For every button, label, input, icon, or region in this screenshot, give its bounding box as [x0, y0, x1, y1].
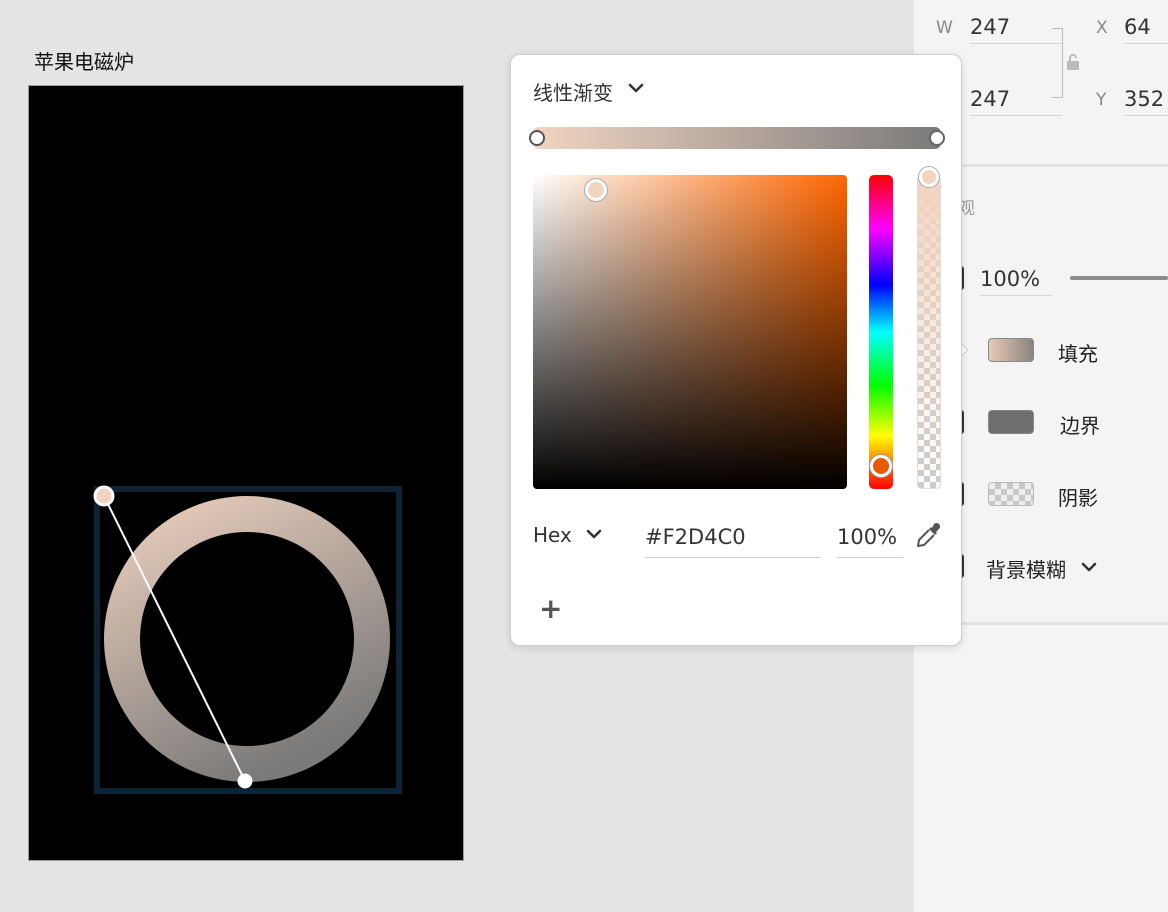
color-picker-popover: 线性渐变 Hex +: [510, 54, 962, 646]
fill-label[interactable]: 填充: [1058, 338, 1098, 367]
saturation-brightness-field[interactable]: [533, 175, 847, 489]
chevron-down-icon[interactable]: [1080, 558, 1098, 577]
eyedropper-icon[interactable]: [915, 521, 943, 553]
gradient-end-handle[interactable]: [237, 773, 253, 789]
artboard[interactable]: [28, 85, 464, 861]
shadow-label[interactable]: 阴影: [1058, 482, 1098, 511]
chevron-down-icon[interactable]: [627, 79, 645, 98]
hue-slider[interactable]: [869, 175, 893, 489]
chevron-down-icon[interactable]: [585, 525, 603, 544]
artboard-title[interactable]: 苹果电磁炉: [34, 46, 134, 75]
border-swatch[interactable]: [988, 410, 1034, 434]
x-label: X: [1096, 18, 1108, 38]
lock-icon[interactable]: [1066, 54, 1080, 74]
opacity-slider[interactable]: [1070, 276, 1168, 280]
gradient-preview-bar[interactable]: [533, 127, 941, 149]
shadow-swatch[interactable]: [988, 482, 1034, 506]
y-field[interactable]: 352: [1124, 82, 1168, 116]
gradient-stop-start[interactable]: [529, 130, 545, 146]
layer-opacity-field[interactable]: 100%: [980, 262, 1052, 296]
gradient-type-label[interactable]: 线性渐变: [533, 77, 613, 106]
y-label: Y: [1096, 90, 1107, 110]
aspect-link-bracket: [1052, 28, 1063, 98]
ring-shape[interactable]: [104, 496, 390, 782]
alpha-slider[interactable]: [917, 175, 941, 489]
gradient-stop-end[interactable]: [929, 130, 945, 146]
hex-input[interactable]: [645, 517, 821, 558]
saturation-brightness-handle[interactable]: [585, 179, 607, 201]
color-mode-select[interactable]: Hex: [533, 523, 572, 547]
x-field[interactable]: 64: [1124, 10, 1168, 44]
width-label: W: [936, 18, 953, 38]
opacity-input[interactable]: [837, 517, 903, 558]
border-label[interactable]: 边界: [1060, 410, 1100, 439]
hue-handle[interactable]: [870, 455, 892, 477]
height-field[interactable]: 247: [970, 82, 1062, 116]
width-field[interactable]: 247: [970, 10, 1062, 44]
fill-swatch[interactable]: [988, 338, 1034, 362]
ring-layer[interactable]: [29, 86, 465, 862]
plus-icon[interactable]: +: [539, 595, 562, 623]
gradient-start-handle[interactable]: [93, 485, 115, 507]
background-blur-label[interactable]: 背景模糊: [986, 554, 1066, 583]
alpha-handle[interactable]: [919, 167, 939, 187]
selection-bounds: [94, 486, 402, 794]
